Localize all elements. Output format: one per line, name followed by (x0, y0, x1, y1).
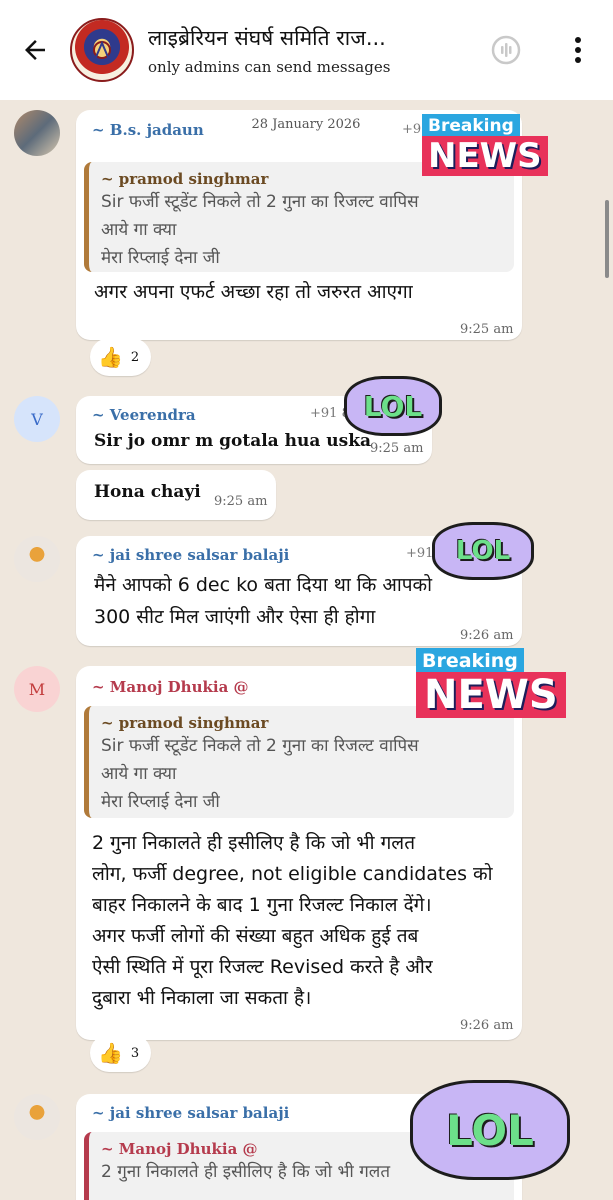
group-name: लाइब्रेरियन संघर्ष समिति राज... (148, 26, 386, 50)
message-time: 9:25 am (460, 322, 514, 337)
message-text: बाहर निकालने के बाद 1 गुना रिजल्ट निकाल … (92, 894, 432, 916)
sticker-news-label: NEWS (416, 672, 566, 718)
quoted-message[interactable]: ~ pramod singhmar Sir फर्जी स्टूडेंट निक… (84, 706, 514, 818)
message-text: ऐसी स्थिति में पूरा रिजल्ट Revised करते … (92, 956, 433, 978)
quote-text: आये गा क्या (101, 764, 177, 784)
message-time: 9:25 am (370, 441, 424, 456)
more-vert-icon (575, 37, 581, 63)
sticker-news-label: NEWS (422, 136, 548, 176)
avatar[interactable] (14, 536, 60, 582)
sender-name[interactable]: ~ Veerendra (92, 406, 196, 424)
chat-area[interactable]: ~ B.s. jadaun +91 ~ pramod singhmar Sir … (0, 100, 613, 1200)
thumbs-up-icon: 👍 (98, 345, 123, 369)
sender-name[interactable]: ~ jai shree salsar balaji (92, 546, 289, 564)
sender-name[interactable]: ~ B.s. jadaun (92, 121, 204, 139)
reaction-badge[interactable]: 👍 3 (90, 1034, 152, 1072)
quote-text: आये गा क्या (101, 220, 177, 240)
sender-name[interactable]: ~ Manoj Dhukia @ (92, 678, 249, 696)
message-text: Sir jo omr m gotala hua uska (94, 431, 371, 451)
back-button[interactable] (0, 0, 70, 100)
lol-sticker[interactable]: LOL (344, 376, 442, 436)
message-bubble[interactable]: ~ Manoj Dhukia @ ~ pramod singhmar Sir फ… (76, 666, 522, 1040)
sender-name[interactable]: ~ jai shree salsar balaji (92, 1104, 289, 1122)
emblem-icon (93, 40, 111, 59)
message-text: 300 सीट मिल जाएंगी और ऐसा ही होगा (94, 606, 376, 628)
message-text: लोग, फर्जी degree, not eligible candidat… (92, 863, 493, 885)
reaction-badge[interactable]: 👍 2 (90, 338, 152, 376)
avatar[interactable]: V (14, 396, 60, 442)
message-bubble[interactable]: Hona chayi 9:25 am (76, 470, 276, 520)
quote-text: Sir फर्जी स्टूडेंट निकले तो 2 गुना का रि… (101, 736, 419, 756)
chat-header: लाइब्रेरियन संघर्ष समिति राज... only adm… (0, 0, 613, 100)
scrollbar[interactable] (605, 200, 609, 278)
call-button[interactable] (483, 27, 529, 73)
message-text: अगर अपना एफर्ट अच्छा रहा तो जरुरत आएगा (94, 281, 413, 303)
quote-text: मेरा रिप्लाई देना जी (101, 248, 220, 268)
breaking-news-sticker[interactable]: Breaking NEWS (422, 114, 548, 176)
quote-text: Sir फर्जी स्टूडेंट निकले तो 2 गुना का रि… (101, 192, 419, 212)
breaking-news-sticker[interactable]: Breaking NEWS (416, 648, 566, 718)
message-text: दुबारा भी निकाला जा सकता है। (92, 987, 312, 1009)
avatar[interactable]: M (14, 666, 60, 712)
message-body: 2 गुना निकालते ही इसीलिए है कि जो भी गलत… (92, 828, 512, 1014)
more-options-button[interactable] (555, 27, 601, 73)
sticker-breaking-label: Breaking (422, 114, 520, 138)
back-arrow-icon (25, 40, 45, 60)
lol-sticker[interactable]: LOL (410, 1080, 570, 1180)
call-icon (491, 35, 521, 65)
avatar[interactable] (14, 110, 60, 156)
group-info[interactable]: लाइब्रेरियन संघर्ष समिति राज... only adm… (148, 24, 483, 76)
quoted-message[interactable]: ~ pramod singhmar Sir फर्जी स्टूडेंट निक… (84, 162, 514, 272)
avatar[interactable] (14, 1094, 60, 1140)
quote-text: मेरा रिप्लाई देना जी (101, 792, 220, 812)
message-text: मैने आपको 6 dec ko बता दिया था कि आपको (94, 574, 433, 596)
reaction-count: 2 (130, 349, 140, 365)
message-time: 9:26 am (460, 628, 514, 643)
message-text: अगर फर्जी लोगों की संख्या बहुत अधिक हुई … (92, 925, 419, 947)
reaction-count: 3 (130, 1045, 140, 1061)
sticker-breaking-label: Breaking (416, 648, 524, 674)
group-subtitle: only admins can send messages (148, 58, 391, 76)
message-time: 9:26 am (460, 1018, 514, 1033)
thumbs-up-icon: 👍 (98, 1041, 123, 1065)
message-text: 2 गुना निकालते ही इसीलिए है कि जो भी गलत (92, 832, 416, 854)
message-text: Hona chayi (94, 482, 201, 502)
group-avatar[interactable] (70, 18, 134, 82)
message-time: 9:25 am (214, 494, 268, 509)
date-separator: 28 January 2026 (237, 112, 375, 136)
lol-sticker[interactable]: LOL (432, 522, 534, 580)
